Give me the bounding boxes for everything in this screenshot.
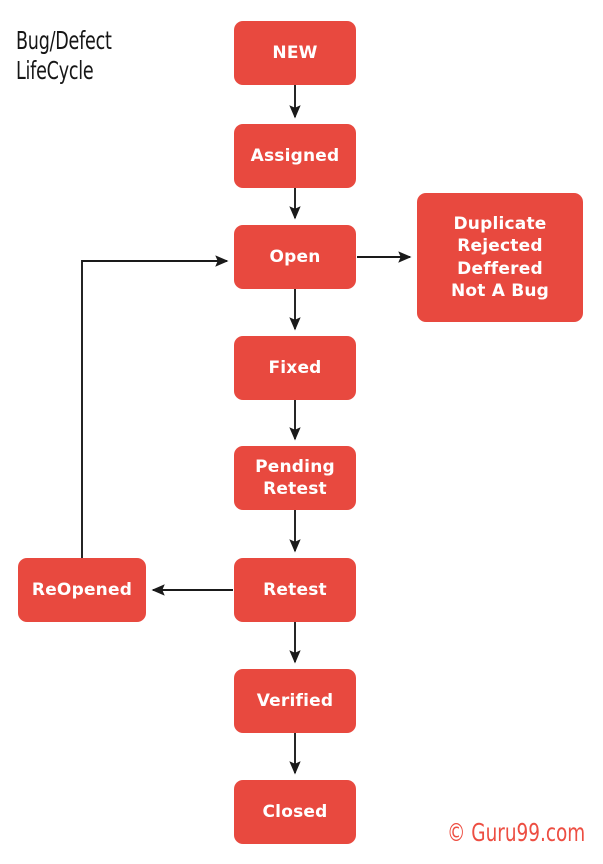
node-verified[interactable]: Verified: [234, 669, 356, 733]
node-assigned[interactable]: Assigned: [234, 124, 356, 188]
node-fixed-label: Fixed: [268, 357, 322, 378]
node-duplicate-label: Duplicate Rejected Deffered Not A Bug: [450, 213, 550, 301]
node-pending-retest-label: Pending Retest: [255, 456, 335, 499]
diagram-title: Bug/Defect LifeCycle: [16, 26, 112, 85]
node-open[interactable]: Open: [234, 225, 356, 289]
diagram-canvas: Bug/Defect LifeCycle NEW Assigned Open D…: [0, 0, 603, 864]
node-closed[interactable]: Closed: [234, 780, 356, 844]
node-open-label: Open: [269, 246, 321, 267]
edge-reopened-to-open: [81, 255, 229, 558]
node-retest[interactable]: Retest: [234, 558, 356, 622]
node-closed-label: Closed: [262, 801, 328, 822]
node-new-label: NEW: [272, 42, 318, 63]
node-new[interactable]: NEW: [234, 21, 356, 85]
node-retest-label: Retest: [263, 579, 327, 600]
guru99-watermark: © Guru99.com: [447, 818, 586, 847]
node-assigned-label: Assigned: [250, 145, 340, 166]
node-fixed[interactable]: Fixed: [234, 336, 356, 400]
node-verified-label: Verified: [256, 690, 334, 711]
node-duplicate-rejected-deffered-not-a-bug[interactable]: Duplicate Rejected Deffered Not A Bug: [417, 193, 583, 322]
node-pending-retest[interactable]: Pending Retest: [234, 446, 356, 510]
node-reopened[interactable]: ReOpened: [18, 558, 146, 622]
node-reopened-label: ReOpened: [31, 579, 133, 600]
